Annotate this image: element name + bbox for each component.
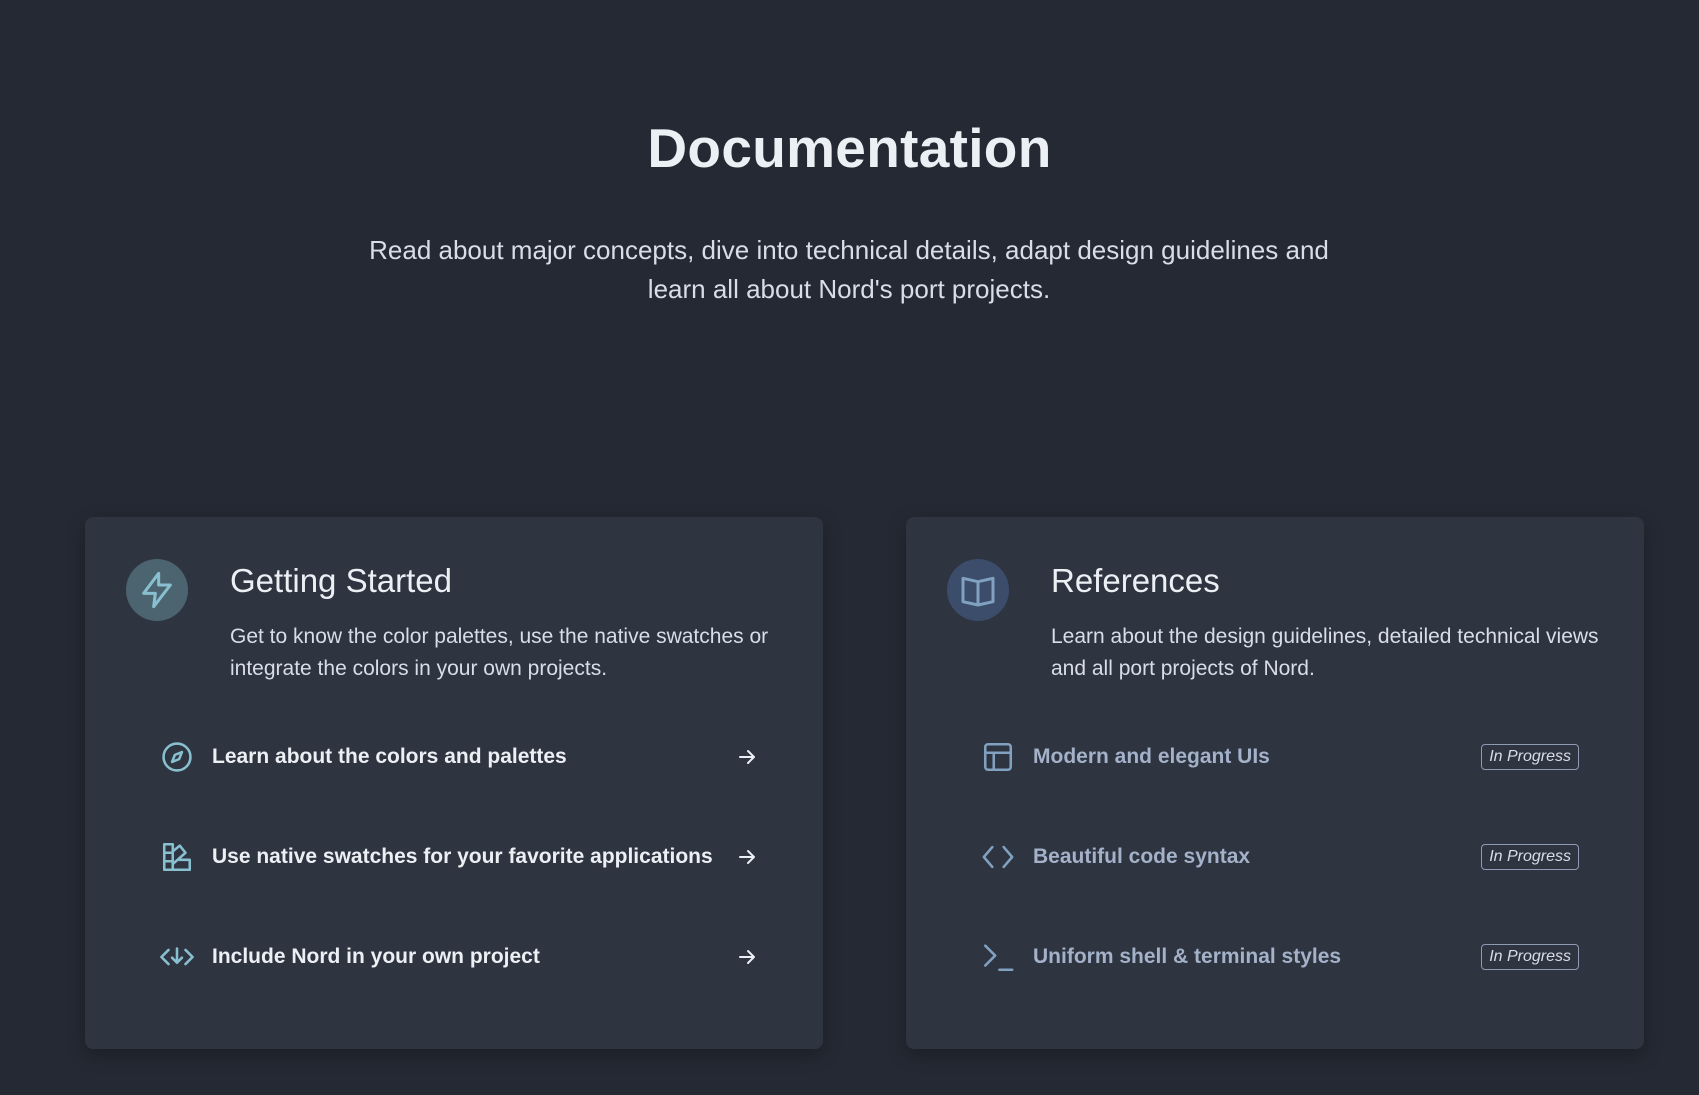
code-download-icon <box>158 938 196 976</box>
arrow-right-icon <box>739 950 755 964</box>
link-native-swatches[interactable]: Use native swatches for your favorite ap… <box>158 832 758 882</box>
link-shell-terminal[interactable]: Uniform shell & terminal styles In Progr… <box>979 932 1579 982</box>
compass-icon <box>158 738 196 776</box>
swatches-icon <box>158 838 196 876</box>
layout-icon <box>979 738 1017 776</box>
link-colors-palettes[interactable]: Learn about the colors and palettes <box>158 732 758 782</box>
link-label: Include Nord in your own project <box>212 945 540 968</box>
book-icon <box>961 576 995 607</box>
lightning-icon <box>142 571 172 609</box>
arrow-right-icon <box>739 850 755 864</box>
card-badge <box>126 559 188 621</box>
status-badge: In Progress <box>1481 744 1579 770</box>
link-label: Beautiful code syntax <box>1033 845 1251 868</box>
link-code-syntax[interactable]: Beautiful code syntax In Progress <box>979 832 1579 882</box>
link-modern-uis[interactable]: Modern and elegant UIs In Progress <box>979 732 1579 782</box>
code-brackets-icon <box>979 838 1017 876</box>
card-badge <box>947 559 1009 621</box>
card-title: Getting Started <box>230 562 452 599</box>
getting-started-card: Getting Started Get to know the color pa… <box>85 517 823 1049</box>
page-title: Documentation <box>647 117 1052 179</box>
card-title: References <box>1051 562 1220 599</box>
arrow-right-icon <box>739 750 755 764</box>
link-label: Modern and elegant UIs <box>1033 745 1270 768</box>
link-label: Learn about the colors and palettes <box>212 745 567 768</box>
status-badge: In Progress <box>1481 944 1579 970</box>
references-card: References Learn about the design guidel… <box>906 517 1644 1049</box>
terminal-icon <box>979 938 1017 976</box>
link-include-nord[interactable]: Include Nord in your own project <box>158 932 758 982</box>
card-description: Learn about the design guidelines, detai… <box>1051 625 1599 680</box>
link-label: Uniform shell & terminal styles <box>1033 945 1342 968</box>
status-badge: In Progress <box>1481 844 1579 870</box>
card-description: Get to know the color palettes, use the … <box>230 625 769 680</box>
page-subtitle: Read about major concepts, dive into tec… <box>369 235 1329 304</box>
link-label: Use native swatches for your favorite ap… <box>212 845 713 868</box>
